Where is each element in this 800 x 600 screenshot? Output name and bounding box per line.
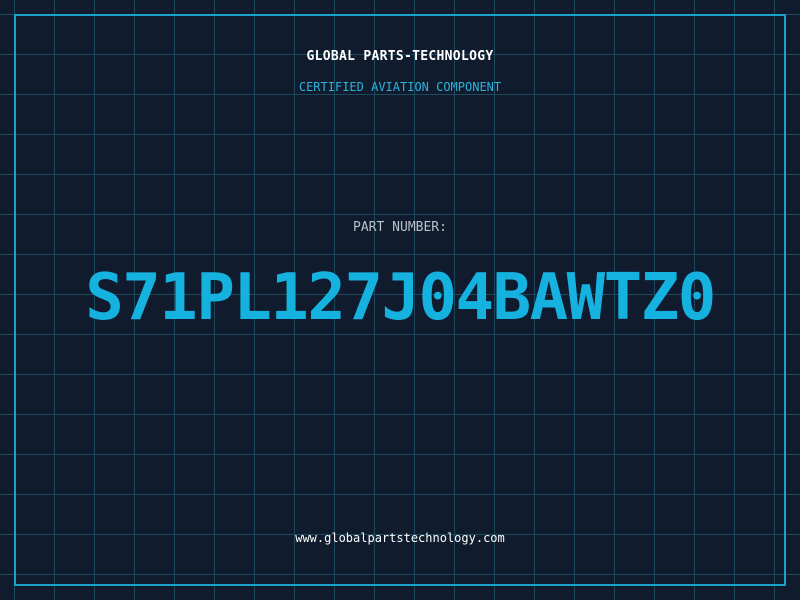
company-tagline: CERTIFIED AVIATION COMPONENT [298, 80, 502, 94]
company-name: GLOBAL PARTS-TECHNOLOGY [306, 49, 494, 64]
part-number-label: PART NUMBER: [353, 220, 447, 235]
part-label-card: GLOBAL PARTS-TECHNOLOGY CERTIFIED AVIATI… [0, 0, 800, 600]
part-number-value: S71PL127J04BAWTZ0 [85, 261, 716, 335]
website-url: www.globalpartstechnology.com [295, 531, 505, 545]
